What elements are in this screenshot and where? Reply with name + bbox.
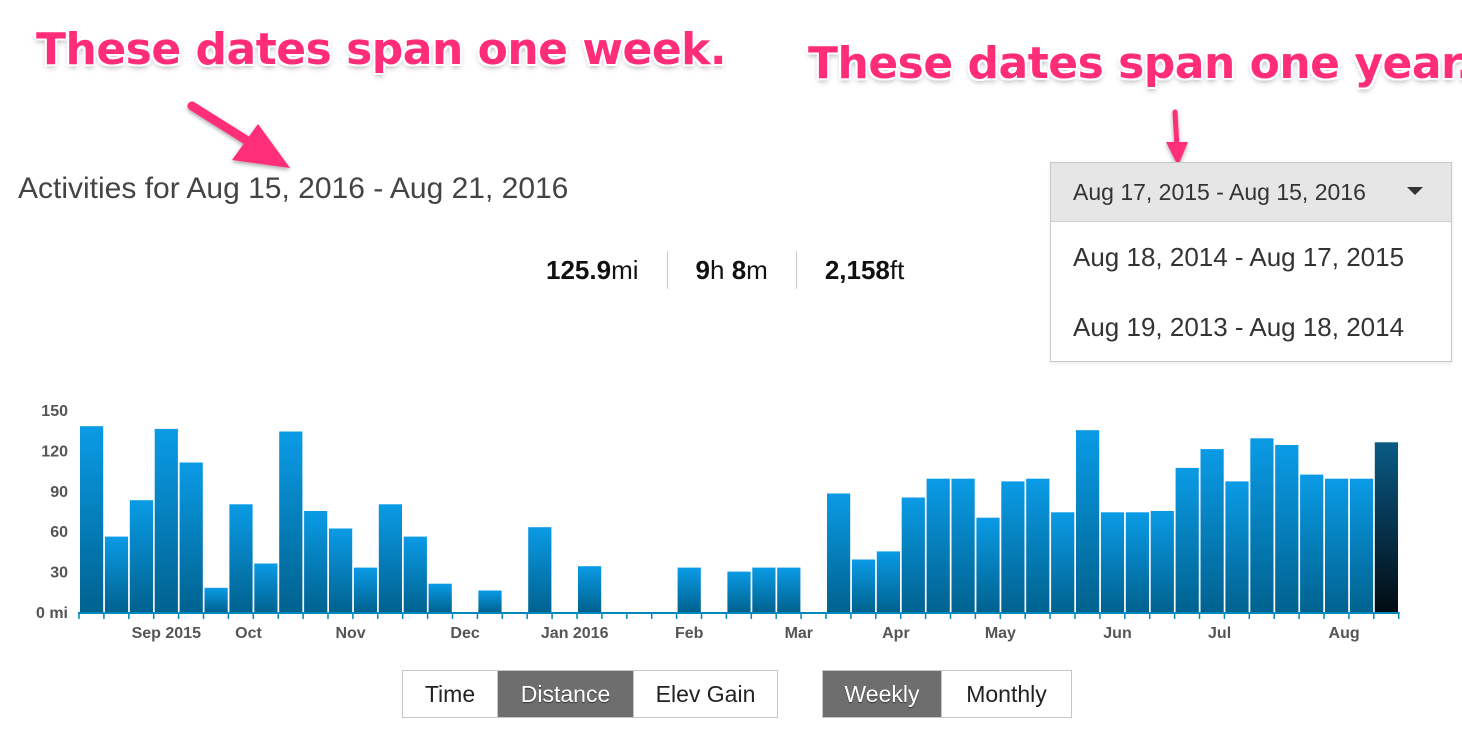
bar-week[interactable] [677, 567, 701, 612]
caret-down-icon [1407, 187, 1423, 195]
bar-week[interactable] [1250, 438, 1274, 612]
bar-week[interactable] [1325, 478, 1349, 612]
stats-summary: 125.9 mi 9h 8m 2,158 ft [530, 250, 932, 290]
date-range-option[interactable]: Aug 18, 2014 - Aug 17, 2015 [1051, 222, 1451, 292]
bar-week[interactable] [1076, 430, 1100, 612]
bar-week[interactable] [229, 504, 253, 612]
x-month-label: Mar [785, 625, 813, 642]
bar-week[interactable] [901, 497, 925, 613]
y-tick-label: 120 [41, 443, 68, 460]
y-axis: 0 mi 30 60 90 120 150 [36, 403, 68, 622]
y-tick-label: 90 [50, 484, 68, 501]
bar-week[interactable] [204, 587, 228, 612]
metric-elev-gain-button[interactable]: Elev Gain [633, 671, 777, 717]
stat-elevation-value: 2,158 [824, 254, 890, 285]
bar-week[interactable] [129, 500, 153, 612]
bar-week[interactable] [154, 428, 178, 612]
bar-week[interactable] [1100, 512, 1125, 612]
bar-week[interactable] [976, 517, 1000, 612]
bar-week[interactable] [1275, 445, 1299, 612]
bar-week[interactable] [179, 462, 203, 613]
y-tick-label: 30 [50, 565, 68, 582]
bar-week[interactable] [1175, 467, 1199, 612]
x-month-label: Aug [1329, 625, 1360, 642]
bar-week[interactable] [951, 478, 975, 612]
bar-week[interactable] [578, 566, 602, 612]
bar-week[interactable] [1150, 511, 1174, 612]
bar-week[interactable] [279, 431, 303, 613]
stat-distance-value: 125.9 [546, 254, 612, 285]
x-axis: Sep 2015 Oct Nov Dec Jan 2016 Feb Mar Apr May Jun… [78, 612, 1400, 642]
stat-time: 9h 8m [666, 251, 796, 289]
bar-week[interactable] [876, 551, 900, 612]
arrow-year-icon [1166, 109, 1188, 166]
arrow-week-icon [187, 101, 290, 168]
x-month-label: Jun [1103, 625, 1131, 642]
date-range-selected[interactable]: Aug 17, 2015 - Aug 15, 2016 [1051, 163, 1451, 222]
stat-time-hours: 9 [695, 254, 710, 285]
date-range-dropdown[interactable]: Aug 17, 2015 - Aug 15, 2016 Aug 18, 2014… [1050, 162, 1452, 362]
bar-week[interactable] [378, 504, 402, 612]
stat-distance-unit: mi [611, 254, 639, 285]
bar-week[interactable] [353, 567, 378, 612]
bar-week[interactable] [1225, 481, 1249, 612]
bar-week[interactable] [1200, 449, 1224, 612]
bars [80, 426, 1398, 612]
bar-week[interactable] [1026, 478, 1050, 612]
bar-week[interactable] [1051, 512, 1075, 612]
bar-week[interactable] [827, 493, 851, 613]
annotation-week: These dates span one week. [36, 24, 727, 75]
metric-distance-button[interactable]: Distance [497, 671, 633, 717]
bar-week[interactable] [304, 511, 328, 612]
bar-week[interactable] [1001, 481, 1025, 612]
bar-week[interactable] [851, 559, 876, 613]
x-month-label: Jul [1208, 625, 1231, 642]
bar-week[interactable] [478, 590, 502, 613]
bar-week[interactable] [1300, 474, 1324, 612]
x-month-label: Apr [882, 625, 910, 642]
bar-week[interactable] [528, 527, 552, 612]
weekly-distance-chart: 0 mi 30 60 90 120 150 Sep 2015 Oct Nov Dec Jan 20… [36, 403, 1400, 642]
bar-week[interactable] [1349, 478, 1374, 612]
bar-week[interactable] [403, 536, 427, 612]
bar-week[interactable] [428, 583, 452, 612]
bar-week[interactable] [727, 571, 751, 612]
bar-week[interactable] [926, 478, 950, 612]
metric-toggle-group: Time Distance Elev Gain [402, 670, 778, 718]
stat-distance: 125.9 mi [530, 251, 667, 289]
annotation-year: These dates span one year. [808, 38, 1462, 89]
x-month-label: May [985, 625, 1016, 642]
bar-week[interactable] [104, 536, 129, 612]
bar-selected-week[interactable] [1374, 442, 1398, 612]
x-month-label: Dec [450, 625, 479, 642]
x-month-label: Oct [235, 625, 262, 642]
page-title: Activities for Aug 15, 2016 - Aug 21, 20… [18, 172, 569, 205]
period-toggle-group: Weekly Monthly [822, 670, 1072, 718]
period-weekly-button[interactable]: Weekly [823, 671, 941, 717]
bar-week[interactable] [752, 567, 776, 612]
y-tick-label: 150 [41, 403, 68, 420]
bar-week[interactable] [777, 567, 801, 612]
bar-week[interactable] [1125, 512, 1149, 612]
date-range-option[interactable]: Aug 19, 2013 - Aug 18, 2014 [1051, 292, 1451, 362]
y-tick-label: 0 mi [36, 605, 68, 622]
period-monthly-button[interactable]: Monthly [941, 671, 1071, 717]
y-tick-label: 60 [50, 524, 68, 541]
bar-week[interactable] [254, 563, 278, 613]
stat-time-minutes: 8 [731, 254, 747, 285]
stat-time-h-unit: h [709, 254, 725, 285]
stat-elevation: 2,158 ft [795, 251, 933, 289]
stat-time-m-unit: m [746, 254, 768, 285]
metric-time-button[interactable]: Time [403, 671, 497, 717]
x-month-label: Nov [335, 625, 365, 642]
bar-week[interactable] [329, 528, 353, 613]
x-month-label: Jan 2016 [541, 625, 609, 642]
date-range-selected-label: Aug 17, 2015 - Aug 15, 2016 [1073, 178, 1366, 205]
stat-elevation-unit: ft [889, 254, 905, 285]
x-month-label: Feb [675, 625, 704, 642]
bar-week[interactable] [80, 426, 104, 612]
x-month-label: Sep 2015 [132, 625, 201, 642]
